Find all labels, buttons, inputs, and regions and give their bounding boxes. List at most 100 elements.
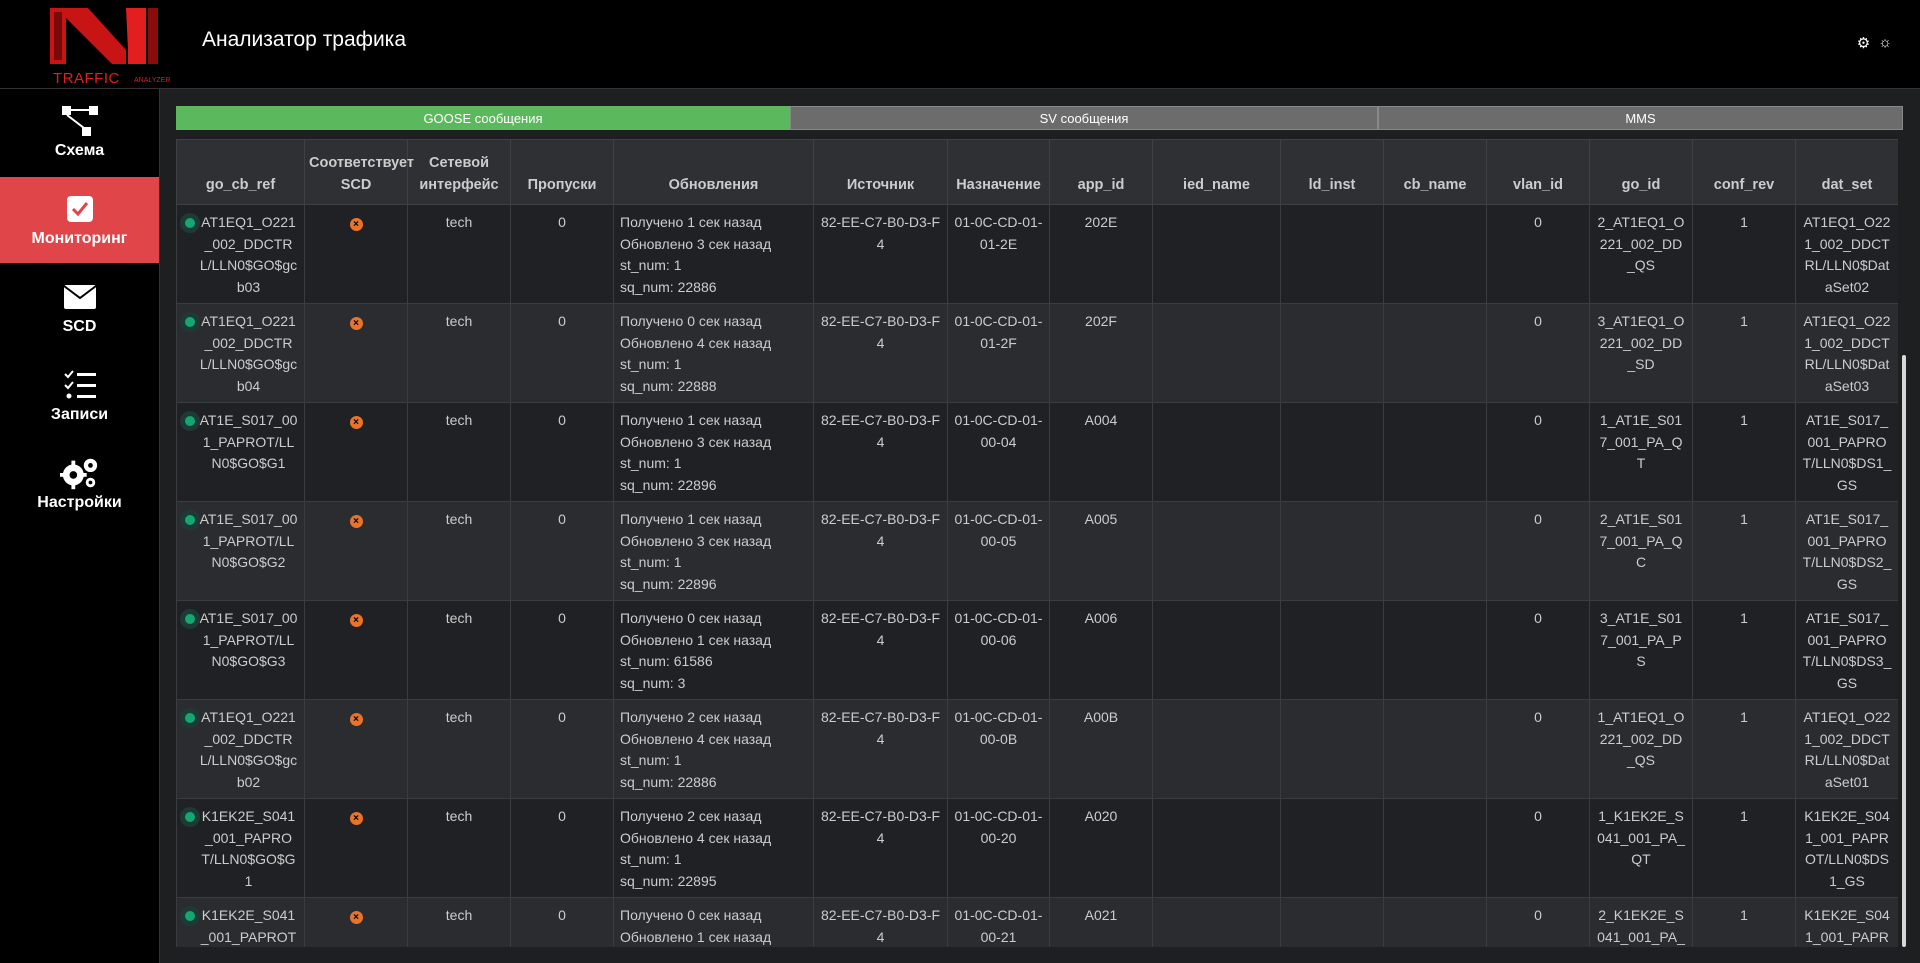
mismatch-x-icon: × [349,515,363,528]
go-cb-ref-text: AT1E_S017_001_PAPROT/LLN0$GO$G1 [199,412,298,471]
table-scrollbar[interactable] [1900,139,1908,947]
update-line-sq-num: sq_num: 3 [620,674,686,691]
column-header[interactable]: Обновления [613,139,814,205]
scd-match-cell: × [304,798,408,898]
column-header[interactable]: go_id [1589,139,1693,205]
go-id-cell: 2_AT1E_S017_001_PA_QC [1589,501,1693,601]
app-id-cell: 202F [1049,303,1153,403]
sun-icon[interactable]: ☼ [1878,34,1892,52]
column-header[interactable]: conf_rev [1692,139,1796,205]
column-header[interactable]: Соответствует SCD [304,139,414,205]
sidebar-item-monitoring[interactable]: Мониторинг [0,177,159,263]
tab-goose[interactable]: GOOSE сообщения [176,106,790,130]
status-dot-icon [180,906,200,926]
ied-name-cell [1152,798,1281,898]
source-cell: 82-EE-C7-B0-D3-F4 [813,402,948,502]
go-id-cell: 3_AT1E_S017_001_PA_PS [1589,600,1693,700]
go-cb-ref-cell: K1EK2E_S041_001_PAPROT/LLN0$GO$G1 [176,798,305,898]
conf-rev-cell: 1 [1692,798,1796,898]
status-dot-icon [180,411,200,431]
dat-set-cell: AT1E_S017_001_PAPROT/LLN0$DS3_GS [1795,600,1898,700]
dat-set-cell: K1EK2E_S041_001_PAPRO [1795,897,1898,947]
conf-rev-cell: 1 [1692,501,1796,601]
updates-cell: Получено 0 сек назад Обновлено 4 сек наза… [613,303,814,403]
mismatch-x-icon: × [349,713,363,726]
column-header[interactable]: Сетевой интерфейс [407,139,511,205]
update-line-received: Получено 2 сек назад [620,709,762,725]
table-row[interactable]: AT1EQ1_O221_002_DDCTRL/LLN0$GO$gcb02 × tec… [176,699,1898,799]
iface-cell: tech [407,402,511,502]
go-cb-ref-text: AT1E_S017_001_PAPROT/LLN0$GO$G2 [199,511,298,570]
update-line-updated: Обновлено 1 сек назад [620,928,772,945]
skips-cell: 0 [510,798,614,898]
source-cell: 82-EE-C7-B0-D3-F4 [813,699,948,799]
sidebar-item-scheme[interactable]: Схема [0,89,159,175]
vlan-id-cell: 0 [1486,600,1590,700]
table-row[interactable]: AT1E_S017_001_PAPROT/LLN0$GO$G2 × tech 0 Пол… [176,501,1898,601]
mismatch-x-icon: × [349,218,363,231]
update-line-sq-num: sq_num: 22895 [620,872,717,889]
tab-mms[interactable]: MMS [1378,106,1903,130]
skips-cell: 0 [510,204,614,304]
scd-match-cell: × [304,897,408,947]
app-id-cell: A005 [1049,501,1153,601]
table-row[interactable]: AT1EQ1_O221_002_DDCTRL/LLN0$GO$gcb03 × tec… [176,204,1898,304]
update-line-sq-num: sq_num: 22896 [620,476,717,493]
conf-rev-cell: 1 [1692,303,1796,403]
table-row[interactable]: AT1E_S017_001_PAPROT/LLN0$GO$G1 × tech 0 Пол… [176,402,1898,502]
settings-gear-icon[interactable]: ⚙ [1857,34,1870,52]
ied-name-cell [1152,600,1281,700]
updates-cell: Получено 0 сек назад Обновлено 1 сек наза… [613,600,814,700]
page-title: Анализатор трафика [202,28,407,51]
column-header[interactable]: go_cb_ref [176,139,305,205]
skips-cell: 0 [510,402,614,502]
ld-inst-cell [1280,204,1384,304]
table-row[interactable]: K1EK2E_S041_001_PAPROT × tech 0 Получено 0 с… [176,897,1898,947]
update-line-st-num: st_num: 61586 [620,653,713,669]
column-header[interactable]: ied_name [1152,139,1281,205]
vlan-id-cell: 0 [1486,204,1590,304]
logo[interactable]: TRAFFIC ANALYZER [48,6,170,87]
app-id-cell: 202E [1049,204,1153,304]
update-line-received: Получено 0 сек назад [620,907,762,923]
sidebar-item-scd[interactable]: SCD [0,265,159,351]
table-row[interactable]: K1EK2E_S041_001_PAPROT/LLN0$GO$G1 × tech 0 П… [176,798,1898,898]
column-header[interactable]: Источник [813,139,948,205]
column-header[interactable]: vlan_id [1486,139,1590,205]
table-row[interactable]: AT1E_S017_001_PAPROT/LLN0$GO$G3 × tech 0 Пол… [176,600,1898,700]
ld-inst-cell [1280,303,1384,403]
column-header[interactable]: app_id [1049,139,1153,205]
update-line-received: Получено 1 сек назад [620,511,762,527]
go-cb-ref-text: AT1EQ1_O221_002_DDCTRL/LLN0$GO$gcb03 [199,214,298,295]
sidebar-item-settings[interactable]: Настройки [0,441,159,527]
scd-match-cell: × [304,303,408,403]
column-header[interactable]: cb_name [1383,139,1487,205]
sidebar-item-label: Записи [50,406,109,423]
app-id-cell: A00B [1049,699,1153,799]
update-line-st-num: st_num: 1 [620,257,682,273]
table-row[interactable]: AT1EQ1_O221_002_DDCTRL/LLN0$GO$gcb04 × tec… [176,303,1898,403]
column-header[interactable]: Пропуски [510,139,614,205]
updates-cell: Получено 1 сек назад Обновлено 3 сек наза… [613,402,814,502]
conf-rev-cell: 1 [1692,897,1796,947]
tab-sv[interactable]: SV сообщения [790,106,1378,130]
source-cell: 82-EE-C7-B0-D3-F4 [813,204,948,304]
go-id-cell: 1_K1EK2E_S041_001_PA_QT [1589,798,1693,898]
checkbox-icon [60,192,100,226]
column-header[interactable]: ld_inst [1280,139,1384,205]
sidebar-item-label: Мониторинг [31,230,128,247]
vlan-id-cell: 0 [1486,699,1590,799]
column-header[interactable]: Назначение [947,139,1050,205]
skips-cell: 0 [510,699,614,799]
scrollbar-thumb[interactable] [1902,355,1906,947]
column-header[interactable]: dat_set [1795,139,1898,205]
table-header-row: go_cb_ref Соответствует SCD Сетевой инте… [176,139,1898,205]
sidebar-item-records[interactable]: Записи [0,353,159,439]
status-dot-icon [180,609,200,629]
goose-table-container[interactable]: go_cb_ref Соответствует SCD Сетевой инте… [176,139,1898,947]
scd-match-cell: × [304,204,408,304]
update-line-updated: Обновлено 3 сек назад [620,433,772,450]
iface-cell: tech [407,699,511,799]
skips-cell: 0 [510,897,614,947]
logo-subtext: ANALYZER [134,77,171,84]
